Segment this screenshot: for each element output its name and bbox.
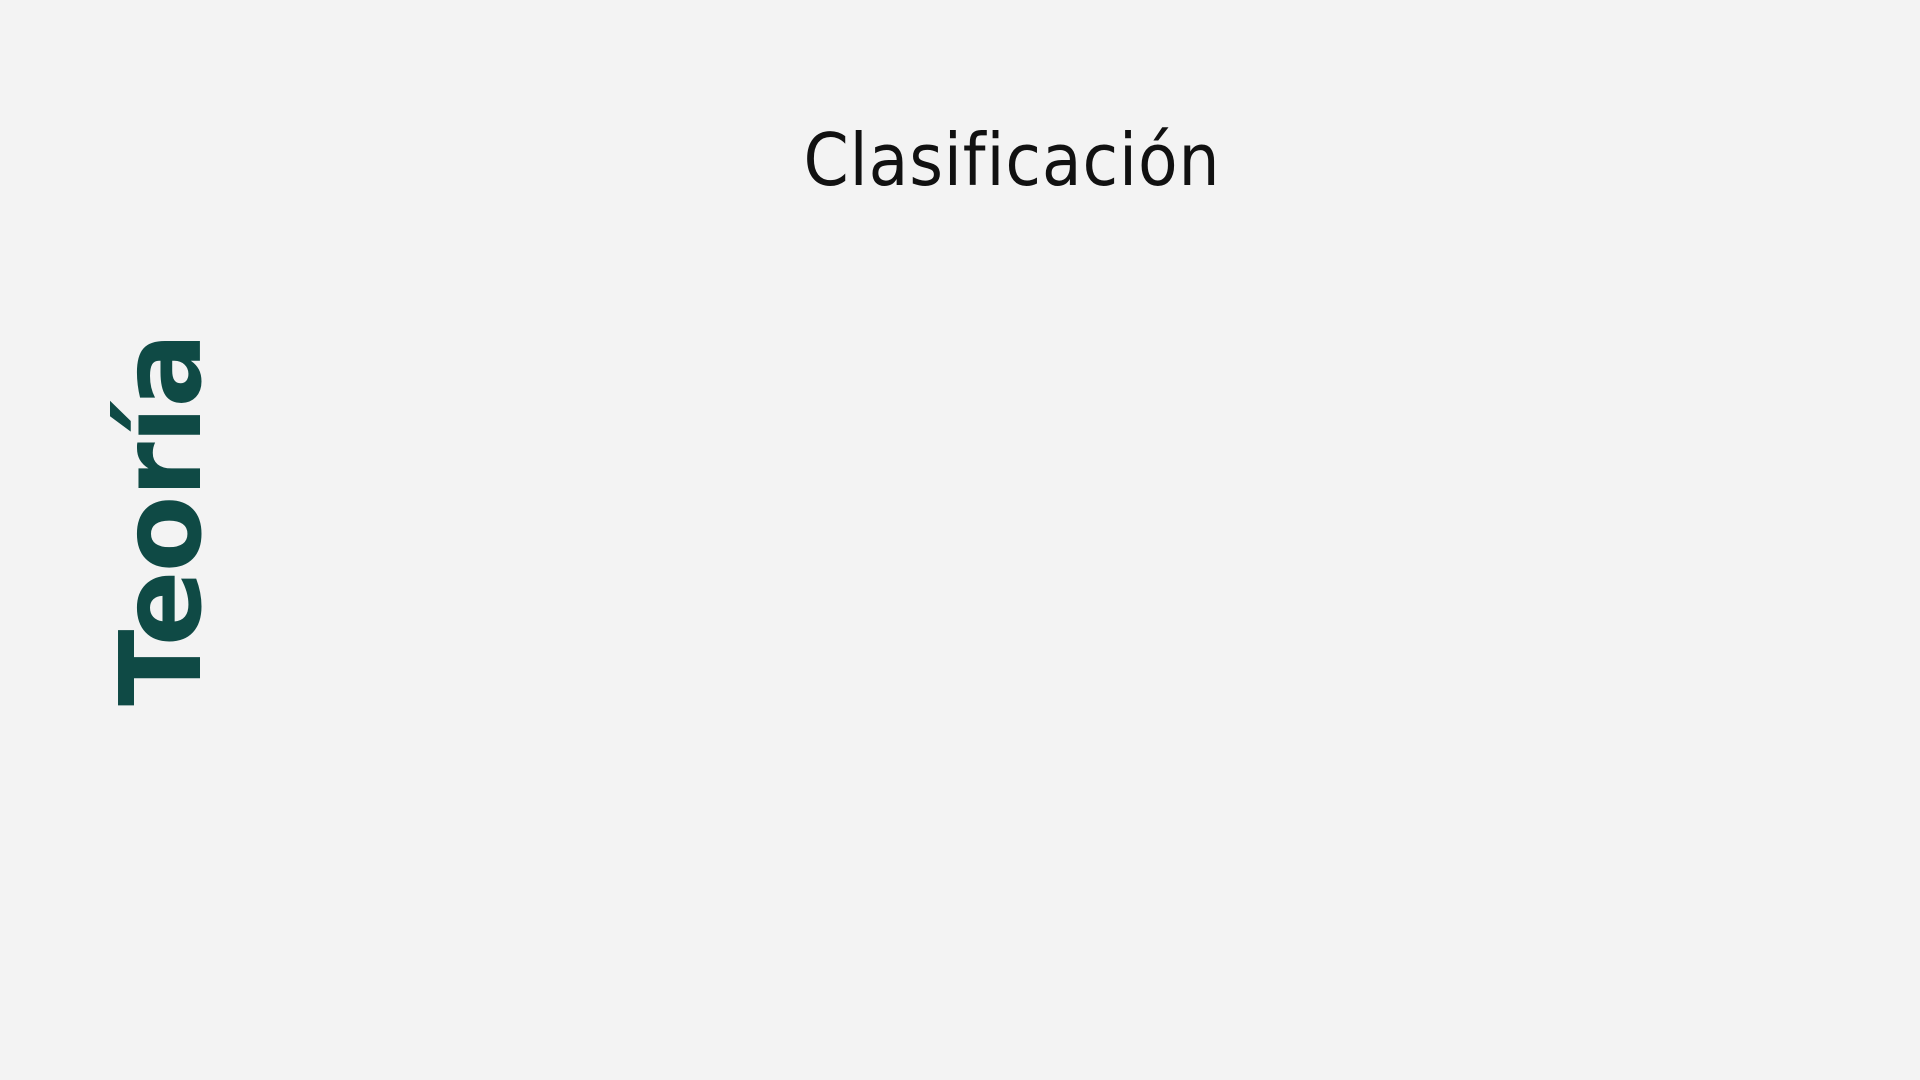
slide-canvas: Clasificación Teoría [0, 0, 1920, 1080]
section-label: Teoría [97, 334, 227, 706]
slide-title: Clasificación [803, 118, 1221, 202]
